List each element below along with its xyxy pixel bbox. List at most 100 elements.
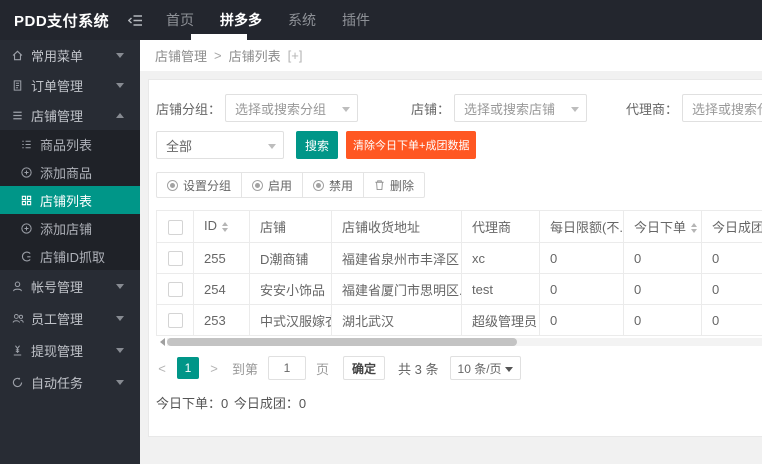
auto-task-icon (10, 375, 25, 389)
search-button[interactable]: 搜索 (296, 131, 339, 159)
next-page-button[interactable]: > (208, 361, 220, 376)
table-row: 254 安安小饰品 福建省厦门市思明区... test 0 0 0 (156, 273, 762, 305)
chevron-down-icon (504, 367, 513, 376)
sidebar-item-orders[interactable]: 订单管理 (0, 70, 140, 100)
table-header-row: ID 店铺 店铺收货地址 代理商 每日限额(不... 今日下单 今日成团 (156, 210, 762, 243)
confirm-page-button[interactable]: 确定 (343, 356, 386, 380)
column-header-today-groups[interactable]: 今日成团 (701, 210, 762, 243)
sidebar-item-add-shop[interactable]: 添加店铺 (0, 214, 140, 242)
table-row: 255 D潮商铺 福建省泉州市丰泽区 xc 0 0 0 (156, 242, 762, 274)
cell-today-groups: 0 (701, 304, 762, 336)
sidebar-item-accounts[interactable]: 帐号管理 (0, 270, 140, 302)
chevron-down-icon (116, 379, 124, 389)
column-header-today-orders[interactable]: 今日下单 (623, 210, 702, 243)
sidebar-item-label: 自动任务 (31, 375, 84, 391)
nav-item-system[interactable]: 系统 (275, 0, 329, 40)
sidebar-item-common-menu[interactable]: 常用菜单 (0, 40, 140, 70)
current-page-button[interactable]: 1 (177, 357, 199, 379)
disable-button[interactable]: 禁用 (302, 172, 365, 198)
select-all-checkbox[interactable] (167, 219, 183, 235)
scrollbar-thumb[interactable] (167, 338, 517, 346)
chevron-down-icon (342, 107, 351, 116)
row-checkbox[interactable] (167, 251, 183, 267)
totals-summary: 今日下单：0 今日成团：0 (156, 393, 762, 412)
sidebar-submenu-shops: 商品列表 添加商品 店铺列表 添加店铺 店铺ID抓取 (0, 130, 140, 270)
column-header-daily-limit: 每日限额(不... (539, 210, 624, 243)
chevron-down-icon (116, 347, 124, 357)
select-all-cell (156, 210, 194, 243)
sidebar-item-shop-id-capture[interactable]: 店铺ID抓取 (0, 242, 140, 270)
enable-label: 启用 (268, 178, 293, 193)
chevron-down-icon (116, 52, 124, 62)
sort-icon[interactable] (222, 219, 228, 235)
page-size-select[interactable]: 10 条/页 (449, 356, 521, 380)
sidebar: 常用菜单 订单管理 店铺管理 商品列表 添加商品 店铺列表 添加店铺 店铺ID抓… (0, 40, 140, 464)
today-orders-total: 今日下单：0 (156, 396, 229, 411)
status-select[interactable]: 全部 (156, 131, 284, 159)
page-number-input[interactable] (268, 356, 307, 380)
sidebar-item-add-product[interactable]: 添加商品 (0, 158, 140, 186)
scrollbar-track (167, 338, 762, 346)
trash-icon (375, 180, 384, 191)
app-window: PDD支付系统 首页 拼多多 系统 插件 常用菜单 订单管理 店铺管理 商品列表… (0, 0, 762, 464)
chevron-down-icon (268, 144, 276, 153)
shop-select[interactable]: 选择或搜索店铺 (454, 94, 588, 122)
enable-button[interactable]: 启用 (241, 172, 304, 198)
sidebar-item-withdrawals[interactable]: 提现管理 (0, 334, 140, 366)
column-header-id[interactable]: ID (193, 210, 250, 243)
order-icon (10, 78, 25, 92)
grid-icon (19, 193, 34, 207)
prev-page-button[interactable]: < (156, 361, 168, 376)
set-group-button[interactable]: 设置分组 (156, 172, 243, 198)
sidebar-item-shop-list[interactable]: 店铺列表 (0, 186, 140, 214)
cell-shop: D潮商铺 (249, 242, 332, 274)
delete-button[interactable]: 删除 (363, 172, 426, 198)
sidebar-item-auto-tasks[interactable]: 自动任务 (0, 366, 140, 398)
sidebar-item-label: 添加店铺 (40, 221, 93, 237)
cell-today-orders: 0 (623, 242, 702, 274)
breadcrumb-section[interactable]: 店铺管理 (155, 46, 207, 65)
goto-page-label: 到第 (232, 361, 259, 377)
clear-today-data-button[interactable]: 清除今日下单+成团数据 (346, 131, 477, 159)
agent-filter-label: 代理商： (626, 101, 679, 117)
agent-select[interactable]: 选择或搜索代理 (682, 94, 762, 122)
shop-table: ID 店铺 店铺收货地址 代理商 每日限额(不... 今日下单 今日成团 255… (156, 210, 762, 336)
user-icon (10, 279, 25, 293)
list-icon (19, 137, 34, 151)
chevron-down-icon (116, 283, 124, 293)
row-checkbox[interactable] (167, 282, 183, 298)
sidebar-collapse-icon[interactable] (128, 14, 143, 27)
scroll-left-arrow-icon[interactable] (156, 338, 165, 346)
sort-icon[interactable] (691, 220, 698, 236)
cell-daily-limit: 0 (539, 242, 624, 274)
sidebar-item-product-list[interactable]: 商品列表 (0, 130, 140, 158)
radio-icon (252, 179, 264, 191)
cell-agent: test (461, 273, 540, 305)
breadcrumb-open-new-tab[interactable]: [+] (288, 48, 303, 63)
cell-id: 253 (193, 304, 250, 336)
chevron-down-icon (571, 107, 580, 116)
sidebar-item-label: 订单管理 (31, 78, 84, 94)
cell-agent: xc (461, 242, 540, 274)
sidebar-item-label: 提现管理 (31, 343, 84, 359)
sidebar-item-staff[interactable]: 员工管理 (0, 302, 140, 334)
chevron-down-icon (116, 82, 124, 92)
cell-today-groups: 0 (701, 273, 762, 305)
delete-label: 删除 (390, 178, 415, 193)
sidebar-item-label: 员工管理 (31, 311, 84, 327)
breadcrumb: 店铺管理 > 店铺列表 [+] (140, 40, 762, 71)
sidebar-item-shops[interactable]: 店铺管理 (0, 100, 140, 130)
total-count-label: 共 3 条 (398, 361, 439, 377)
today-groups-total: 今日成团：0 (233, 396, 307, 411)
cell-address: 湖北武汉 (331, 304, 462, 336)
row-checkbox[interactable] (167, 313, 183, 329)
cell-agent: 超级管理员 (461, 304, 540, 336)
cell-today-orders: 0 (623, 304, 702, 336)
agent-select-placeholder: 选择或搜索代理 (692, 101, 762, 117)
sidebar-item-label: 帐号管理 (31, 279, 84, 295)
group-select[interactable]: 选择或搜索分组 (225, 94, 359, 122)
nav-item-plugins[interactable]: 插件 (329, 0, 383, 40)
column-header-address: 店铺收货地址 (331, 210, 462, 243)
cell-address: 福建省泉州市丰泽区 (331, 242, 462, 274)
page-unit-label: 页 (316, 361, 330, 377)
